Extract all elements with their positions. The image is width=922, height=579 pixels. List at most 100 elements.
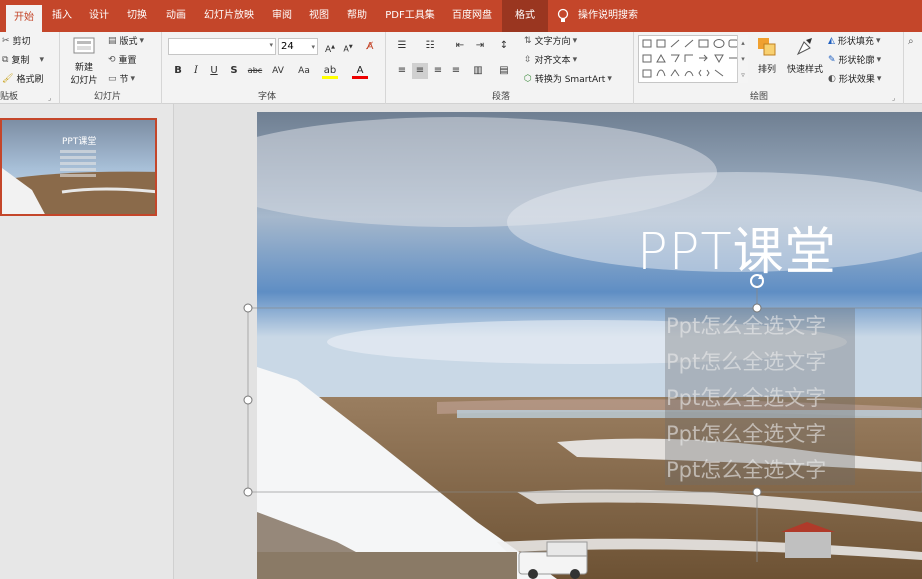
new-slide-label: 新建 <box>74 63 93 73</box>
text-direction-icon: ⇅ <box>524 35 532 46</box>
section-label: 节 <box>119 75 129 85</box>
new-slide-label-2: 幻灯片 <box>70 76 98 86</box>
format-painter-button[interactable]: 🖌 格式刷 <box>2 72 44 86</box>
tab-transitions[interactable]: 切换 <box>121 0 153 32</box>
arrange-button[interactable]: 排列 <box>752 36 782 75</box>
chevron-down-icon: ▾ <box>311 43 315 51</box>
group-font: ▾ 24 ▾ A▲ A▼ A̸ B I U S abc AV Aa ab A 字体 <box>162 32 386 104</box>
font-color-icon[interactable]: A <box>352 63 368 79</box>
shapes-gallery[interactable] <box>638 35 748 83</box>
dialog-launcher-icon[interactable]: ⌟ <box>892 94 895 102</box>
shape-fill-label: 形状填充 <box>837 37 874 47</box>
columns-icon[interactable]: ▥ <box>470 63 486 79</box>
font-name-combo[interactable]: ▾ <box>168 38 276 55</box>
shape-fill-button[interactable]: ◭ 形状填充 ▾ <box>828 34 883 48</box>
line-spacing-icon[interactable]: ↕ <box>496 38 512 54</box>
decrease-indent-icon[interactable]: ⇤ <box>452 38 468 54</box>
tab-help[interactable]: 帮助 <box>340 0 374 32</box>
underline-button[interactable]: U <box>206 63 222 79</box>
paint-bucket-icon: ◭ <box>828 35 835 46</box>
dropdown-arrow-icon: ▾ <box>607 73 612 84</box>
convert-smartart-button[interactable]: ⬡ 转换为 SmartArt ▾ <box>524 72 615 86</box>
tab-view[interactable]: 视图 <box>303 0 335 32</box>
resize-handle-bottom[interactable] <box>752 487 762 497</box>
gallery-scroll[interactable]: ▴ ▾ ▿ <box>737 35 748 83</box>
tab-animations[interactable]: 动画 <box>159 0 193 32</box>
font-size-value: 24 <box>281 41 294 52</box>
dropdown-arrow-icon: ▾ <box>572 35 578 46</box>
clear-formatting-icon[interactable]: A̸ <box>362 39 378 55</box>
font-size-combo[interactable]: 24 ▾ <box>278 38 318 55</box>
shapes-gallery-icons <box>642 39 739 78</box>
tab-slideshow[interactable]: 幻灯片放映 <box>198 0 260 32</box>
tell-me-search[interactable]: 操作说明搜索 <box>556 0 656 32</box>
tab-design[interactable]: 设计 <box>83 0 115 32</box>
italic-button[interactable]: I <box>188 63 204 79</box>
pen-icon: ✎ <box>828 54 836 65</box>
align-right-icon[interactable]: ≡ <box>430 63 446 79</box>
find-icon[interactable]: ⌕ <box>908 36 914 47</box>
tab-pdf-tools[interactable]: PDF工具集 <box>380 0 440 32</box>
char-spacing-button[interactable]: AV <box>268 63 288 79</box>
resize-handle-left[interactable] <box>243 395 253 405</box>
highlight-icon[interactable]: ab <box>322 63 338 79</box>
grow-font-button[interactable]: A▲ <box>322 39 338 55</box>
justify-icon[interactable]: ≡ <box>448 63 464 79</box>
reset-button[interactable]: ⟲ 重置 <box>108 53 137 67</box>
shape-outline-button[interactable]: ✎ 形状轮廓 ▾ <box>828 53 884 67</box>
text-direction-button[interactable]: ⇅ 文字方向 ▾ <box>524 34 580 48</box>
quick-styles-button[interactable]: 快速样式 <box>784 36 826 75</box>
text-shadow-button[interactable]: S <box>226 63 242 79</box>
align-left-icon[interactable]: ≡ <box>394 63 410 79</box>
bullets-icon[interactable]: ☰ <box>394 38 410 54</box>
tab-format[interactable]: 格式 <box>502 0 548 32</box>
align-center-icon[interactable]: ≡ <box>412 63 428 79</box>
new-slide-button[interactable]: 新建 幻灯片 <box>64 34 104 88</box>
distribute-icon[interactable]: ▤ <box>496 63 512 79</box>
copy-button[interactable]: ⧉ 复制 ▾ <box>2 53 47 67</box>
layout-icon: ▤ <box>108 35 117 46</box>
format-painter-label: 格式刷 <box>16 75 44 85</box>
thumbnail-image: PPT课堂 <box>2 120 155 214</box>
dropdown-arrow-icon: ▾ <box>39 54 44 65</box>
tab-home[interactable]: 开始 <box>6 5 42 32</box>
body-line: Ppt怎么全选文字 <box>666 314 827 338</box>
group-label-font: 字体 <box>258 92 277 102</box>
quick-styles-label: 快速样式 <box>786 65 823 75</box>
tab-insert[interactable]: 插入 <box>46 0 78 32</box>
slide-thumbnail-1[interactable]: PPT课堂 <box>0 118 157 216</box>
align-text-icon: ⇳ <box>524 54 532 65</box>
resize-handle-top-left[interactable] <box>243 303 253 313</box>
reset-icon: ⟲ <box>108 54 116 65</box>
cut-label: 剪切 <box>12 37 31 47</box>
group-label-drawing: 绘图 <box>750 92 769 102</box>
group-label-paragraph: 段落 <box>492 92 511 102</box>
layout-label: 版式 <box>119 37 138 47</box>
shape-effects-button[interactable]: ◐ 形状效果 ▾ <box>828 72 884 86</box>
smartart-icon: ⬡ <box>524 73 532 84</box>
shrink-font-button[interactable]: A▼ <box>340 39 356 55</box>
resize-handle-bottom-left[interactable] <box>243 487 253 497</box>
chevron-down-icon: ▾ <box>269 41 273 49</box>
align-text-button[interactable]: ⇳ 对齐文本 ▾ <box>524 53 580 67</box>
tab-baidu-netdisk[interactable]: 百度网盘 <box>445 0 499 32</box>
bold-button[interactable]: B <box>170 63 186 79</box>
group-drawing: ▴ ▾ ▿ 排列 快速样式 ◭ 形状填充 ▾ ✎ 形状轮廓 ▾ ◐ 形状效果 ▾ 绘图 ⌟ <box>634 32 904 104</box>
slide-1[interactable]: PPT课堂 Ppt怎么全选文字 Ppt怎么全选文字 Ppt怎么全选文字 Ppt怎… <box>257 112 922 579</box>
numbering-icon[interactable]: ☷ <box>422 38 438 54</box>
change-case-button[interactable]: Aa <box>294 63 314 79</box>
dialog-launcher-icon[interactable]: ⌟ <box>48 94 51 102</box>
section-button[interactable]: ▭ 节 ▾ <box>108 72 138 86</box>
quick-styles-icon <box>796 38 812 56</box>
dropdown-arrow-icon: ▾ <box>876 73 882 84</box>
cut-button[interactable]: ✂ 剪切 <box>2 34 31 48</box>
increase-indent-icon[interactable]: ⇥ <box>472 38 488 54</box>
slide-title[interactable]: PPT课堂 <box>637 210 837 284</box>
layout-button[interactable]: ▤ 版式 ▾ <box>108 34 147 48</box>
strikethrough-button[interactable]: abc <box>246 63 264 79</box>
resize-handle-top[interactable] <box>752 303 762 313</box>
tab-review[interactable]: 审阅 <box>266 0 298 32</box>
body-line: Ppt怎么全选文字 <box>666 386 827 410</box>
scissors-icon: ✂ <box>2 35 10 46</box>
body-textbox[interactable]: Ppt怎么全选文字 Ppt怎么全选文字 Ppt怎么全选文字 Ppt怎么全选文字 … <box>665 308 855 485</box>
